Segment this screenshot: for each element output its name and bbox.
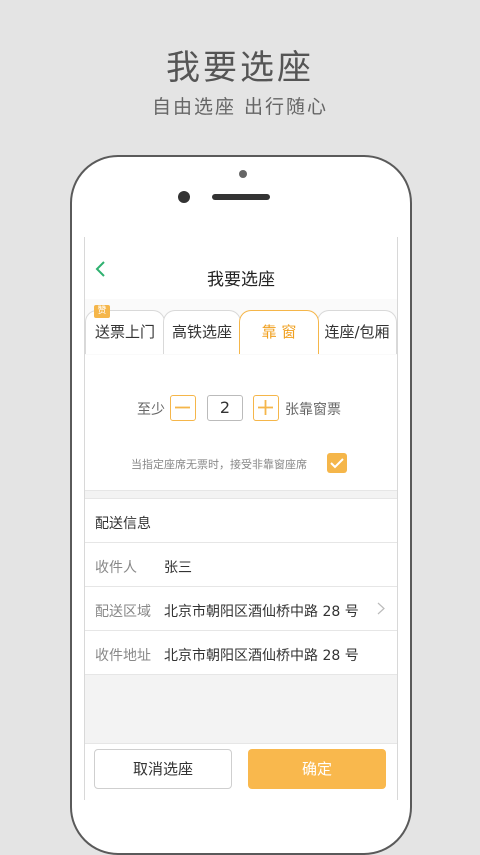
promo-title: 我要选座 (166, 48, 314, 88)
tab-badge: 赞 (94, 305, 110, 318)
navigation-bar: 我要选座 (85, 237, 397, 300)
increment-button[interactable] (253, 395, 279, 421)
sensor-dot (239, 170, 247, 178)
confirm-button[interactable]: 确定 (248, 749, 386, 789)
tab-label: 送票上门 (94, 323, 155, 341)
stepper-prefix: 至少 (137, 402, 165, 418)
tab-window-seat[interactable]: 靠 窗 (239, 310, 319, 354)
checkmark-icon (330, 458, 344, 469)
delivery-address-row[interactable]: 收件地址 北京市朝阳区酒仙桥中路 28 号 (85, 631, 397, 675)
delivery-area-row[interactable]: 配送区域 北京市朝阳区酒仙桥中路 28 号 (85, 587, 397, 631)
tab-label: 高铁选座 (171, 323, 232, 341)
row-label: 配送区域 (95, 604, 151, 620)
ticket-count-field[interactable]: 2 (207, 395, 243, 421)
tab-connected-seats[interactable]: 连座/包厢 (317, 310, 397, 354)
accept-non-window-checkbox[interactable] (327, 453, 347, 473)
plus-icon (258, 400, 273, 415)
accept-non-window-row: 当指定座席无票时，接受非靠窗座席 (85, 453, 397, 475)
stepper-suffix: 张靠窗票 (285, 402, 341, 418)
recipient-row[interactable]: 收件人 张三 (85, 543, 397, 587)
delivery-info-section: 配送信息 收件人 张三 配送区域 北京市朝阳区酒仙桥中路 28 号 收件地址 北… (85, 498, 397, 675)
ticket-count-stepper: 至少 2 张靠窗票 (85, 395, 397, 423)
row-value: 北京市朝阳区酒仙桥中路 28 号 (164, 648, 359, 664)
row-value: 张三 (164, 560, 192, 576)
delivery-section-header: 配送信息 (85, 499, 397, 543)
row-value: 北京市朝阳区酒仙桥中路 28 号 (164, 604, 359, 620)
minus-icon (175, 406, 190, 409)
row-label: 收件地址 (95, 648, 151, 664)
chevron-right-icon (377, 602, 385, 615)
action-bar: 取消选座 确定 (85, 743, 397, 800)
cancel-seat-button[interactable]: 取消选座 (94, 749, 232, 789)
earpiece-speaker (212, 194, 270, 200)
section-title: 配送信息 (95, 516, 151, 532)
accept-non-window-label: 当指定座席无票时，接受非靠窗座席 (131, 458, 307, 471)
decrement-button[interactable] (170, 395, 196, 421)
promo-subtitle: 自由选座 出行随心 (151, 96, 329, 118)
seat-options-panel: 至少 2 张靠窗票 当指定座席无票时，接受非靠窗座席 (85, 355, 397, 491)
front-camera (178, 191, 190, 203)
tab-label: 靠 窗 (261, 323, 297, 341)
tab-delivery[interactable]: 赞 送票上门 (85, 305, 165, 354)
tab-high-speed-seat[interactable]: 高铁选座 (163, 310, 241, 354)
row-label: 收件人 (95, 560, 137, 576)
tab-bar: 赞 送票上门 高铁选座 靠 窗 连座/包厢 (85, 299, 397, 356)
page-title: 我要选座 (207, 270, 275, 290)
tab-label: 连座/包厢 (324, 323, 390, 341)
app-screen: 我要选座 赞 送票上门 高铁选座 靠 窗 连座/包厢 至少 2 张靠窗票 当指定… (84, 237, 398, 800)
